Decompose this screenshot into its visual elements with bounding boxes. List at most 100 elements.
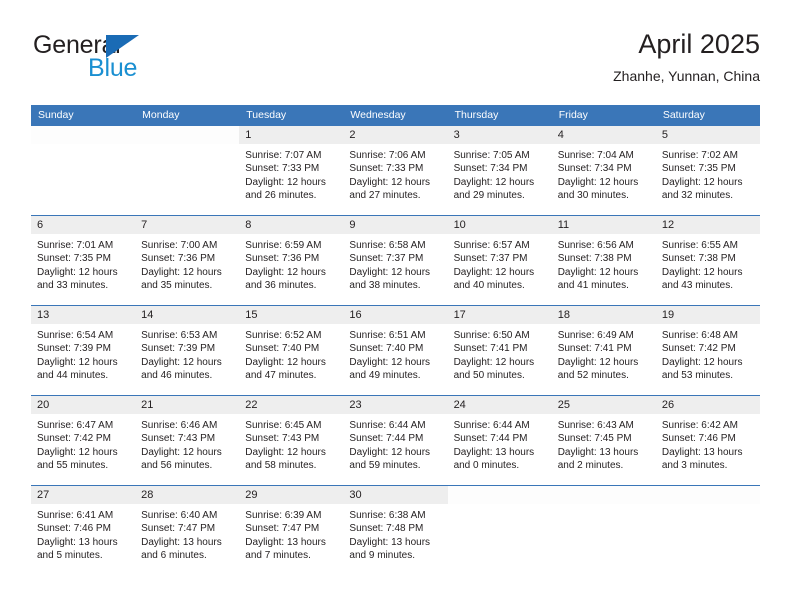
day-cell[interactable]: 3 Sunrise: 7:05 AM Sunset: 7:34 PM Daylight…	[447, 126, 552, 215]
day-cell[interactable]: 11 Sunrise: 6:56 AM Sunset: 7:38 PM Dayligh…	[551, 216, 656, 305]
day-cell[interactable]: 24 Sunrise: 6:44 AM Sunset: 7:44 PM Dayligh…	[447, 396, 552, 485]
day-detail-block	[135, 144, 239, 149]
day-cell[interactable]: 30 Sunrise: 6:38 AM Sunset: 7:48 PM Dayligh…	[343, 486, 448, 576]
day-number-strip: 19	[655, 306, 760, 324]
day-number-strip: 5	[655, 126, 760, 144]
day-cell[interactable]: 16 Sunrise: 6:51 AM Sunset: 7:40 PM Dayligh…	[343, 306, 448, 395]
day-detail-line: Sunrise: 7:01 AM	[37, 240, 114, 251]
day-number-strip: 12	[655, 216, 760, 234]
weekday-header-monday: Monday	[142, 109, 180, 121]
day-cell[interactable]: 27 Sunrise: 6:41 AM Sunset: 7:46 PM Dayligh…	[31, 486, 136, 576]
day-number: 10	[453, 219, 466, 231]
day-number-strip: 9	[343, 216, 448, 234]
day-detail-line: Sunrise: 6:54 AM	[37, 330, 114, 341]
day-cell[interactable]: 14 Sunrise: 6:53 AM Sunset: 7:39 PM Dayligh…	[135, 306, 240, 395]
day-detail-line: and 53 minutes.	[661, 370, 734, 382]
day-detail-line: and 32 minutes.	[661, 190, 734, 202]
day-detail-line: Sunset: 7:45 PM	[557, 433, 632, 445]
title-block: April 2025 Zhanhe, Yunnan, China	[613, 28, 760, 86]
day-cell[interactable]: 17 Sunrise: 6:50 AM Sunset: 7:41 PM Dayligh…	[447, 306, 552, 395]
day-detail-line: Sunrise: 6:43 AM	[557, 420, 634, 431]
day-detail-line: Sunrise: 6:42 AM	[661, 420, 738, 431]
day-detail-line: Sunset: 7:46 PM	[37, 523, 111, 535]
day-cell[interactable]: 5 Sunrise: 7:02 AM Sunset: 7:35 PM Daylight…	[655, 126, 760, 215]
day-detail-line: and 0 minutes.	[453, 460, 520, 472]
day-number-strip: 15	[239, 306, 344, 324]
day-detail-line: Sunrise: 7:00 AM	[141, 240, 218, 251]
day-detail-line: Daylight: 12 hours	[245, 446, 326, 458]
day-detail-line: Daylight: 12 hours	[37, 446, 118, 458]
day-cell[interactable]: 2 Sunrise: 7:06 AM Sunset: 7:33 PM Daylight…	[343, 126, 448, 215]
day-number-strip: 8	[239, 216, 344, 234]
day-cell[interactable]: 28 Sunrise: 6:40 AM Sunset: 7:47 PM Dayligh…	[135, 486, 240, 576]
general-blue-logo[interactable]: General Blue	[31, 32, 251, 84]
day-cell[interactable]: 19 Sunrise: 6:48 AM Sunset: 7:42 PM Dayligh…	[655, 306, 760, 395]
day-detail-line: Sunrise: 6:49 AM	[557, 330, 634, 341]
day-cell[interactable]: 13 Sunrise: 6:54 AM Sunset: 7:39 PM Dayligh…	[31, 306, 136, 395]
day-detail-line: and 38 minutes.	[349, 280, 421, 292]
day-detail-line: Sunset: 7:39 PM	[141, 343, 216, 355]
day-number: 13	[37, 309, 50, 321]
day-cell[interactable]: 10 Sunrise: 6:57 AM Sunset: 7:37 PM Dayligh…	[447, 216, 552, 305]
day-cell[interactable]: 26 Sunrise: 6:42 AM Sunset: 7:46 PM Dayligh…	[655, 396, 760, 485]
day-cell[interactable]: 22 Sunrise: 6:45 AM Sunset: 7:43 PM Dayligh…	[239, 396, 344, 485]
day-cell[interactable]: 9 Sunrise: 6:58 AM Sunset: 7:37 PM Daylight…	[343, 216, 448, 305]
day-number-strip: 16	[343, 306, 448, 324]
day-cell[interactable]: 29 Sunrise: 6:39 AM Sunset: 7:47 PM Dayligh…	[239, 486, 344, 576]
day-cell[interactable]: 18 Sunrise: 6:49 AM Sunset: 7:41 PM Dayligh…	[551, 306, 656, 395]
day-detail-block: Sunrise: 7:02 AM Sunset: 7:35 PM Daylight:…	[656, 144, 760, 203]
day-number: 1	[245, 129, 252, 141]
day-detail-line: Sunrise: 6:56 AM	[557, 240, 634, 251]
day-cell[interactable]: 25 Sunrise: 6:43 AM Sunset: 7:45 PM Dayligh…	[551, 396, 656, 485]
day-detail-line: Sunset: 7:42 PM	[37, 433, 111, 445]
day-cell[interactable]: 4 Sunrise: 7:04 AM Sunset: 7:34 PM Daylight…	[551, 126, 656, 215]
day-detail-line: Sunrise: 7:02 AM	[661, 150, 738, 161]
day-detail-line: Sunset: 7:47 PM	[141, 523, 216, 535]
logo-text-blue: Blue	[88, 54, 138, 82]
day-detail-line: Sunrise: 6:44 AM	[349, 420, 426, 431]
day-cell-empty	[31, 126, 136, 215]
day-cell[interactable]: 23 Sunrise: 6:44 AM Sunset: 7:44 PM Dayligh…	[343, 396, 448, 485]
day-detail-line: and 36 minutes.	[245, 280, 317, 292]
day-detail-line: Daylight: 12 hours	[453, 176, 535, 188]
day-detail-line: Sunset: 7:38 PM	[557, 253, 632, 265]
day-cell[interactable]: 1 Sunrise: 7:07 AM Sunset: 7:33 PM Daylight…	[239, 126, 344, 215]
day-number: 8	[245, 219, 252, 231]
day-number: 14	[141, 309, 154, 321]
day-detail-line: and 5 minutes.	[37, 550, 103, 562]
day-number: 30	[349, 489, 362, 501]
day-number: 4	[557, 129, 564, 141]
day-detail-line: and 26 minutes.	[245, 190, 317, 202]
day-detail-line: Daylight: 12 hours	[349, 446, 431, 458]
day-cell[interactable]: 20 Sunrise: 6:47 AM Sunset: 7:42 PM Dayligh…	[31, 396, 136, 485]
day-detail-line: Sunrise: 6:39 AM	[245, 510, 322, 521]
day-detail-line: Daylight: 12 hours	[557, 176, 639, 188]
day-number-strip: 24	[447, 396, 552, 414]
day-detail-line: and 33 minutes.	[37, 280, 109, 292]
day-detail-line: Daylight: 13 hours	[245, 536, 326, 548]
day-detail-block: Sunrise: 6:42 AM Sunset: 7:46 PM Daylight:…	[656, 414, 760, 473]
day-cell[interactable]: 6 Sunrise: 7:01 AM Sunset: 7:35 PM Daylight…	[31, 216, 136, 305]
day-cell[interactable]: 15 Sunrise: 6:52 AM Sunset: 7:40 PM Dayligh…	[239, 306, 344, 395]
day-detail-line: and 2 minutes.	[557, 460, 624, 472]
day-detail-line: Sunset: 7:44 PM	[453, 433, 528, 445]
day-detail-line: Sunrise: 6:58 AM	[349, 240, 426, 251]
day-detail-block: Sunrise: 6:49 AM Sunset: 7:41 PM Daylight:…	[552, 324, 656, 383]
day-number: 29	[245, 489, 258, 501]
day-cell[interactable]: 12 Sunrise: 6:55 AM Sunset: 7:38 PM Dayligh…	[655, 216, 760, 305]
day-number-strip: 13	[31, 306, 136, 324]
day-detail-block: Sunrise: 6:59 AM Sunset: 7:36 PM Daylight:…	[239, 234, 343, 293]
day-detail-line: Sunset: 7:35 PM	[37, 253, 111, 265]
day-cell[interactable]: 7 Sunrise: 7:00 AM Sunset: 7:36 PM Daylight…	[135, 216, 240, 305]
week-row: 13 Sunrise: 6:54 AM Sunset: 7:39 PM Dayligh…	[31, 306, 760, 396]
day-number: 9	[349, 219, 356, 231]
day-cell[interactable]: 8 Sunrise: 6:59 AM Sunset: 7:36 PM Daylight…	[239, 216, 344, 305]
day-detail-line: and 59 minutes.	[349, 460, 421, 472]
day-detail-line: Daylight: 13 hours	[557, 446, 639, 458]
day-number-strip	[551, 486, 656, 504]
day-detail-block: Sunrise: 6:40 AM Sunset: 7:47 PM Daylight:…	[135, 504, 239, 563]
day-number-strip: 20	[31, 396, 136, 414]
day-cell[interactable]: 21 Sunrise: 6:46 AM Sunset: 7:43 PM Dayligh…	[135, 396, 240, 485]
day-detail-line: Daylight: 13 hours	[349, 536, 431, 548]
day-detail-line: Sunset: 7:33 PM	[349, 163, 424, 175]
